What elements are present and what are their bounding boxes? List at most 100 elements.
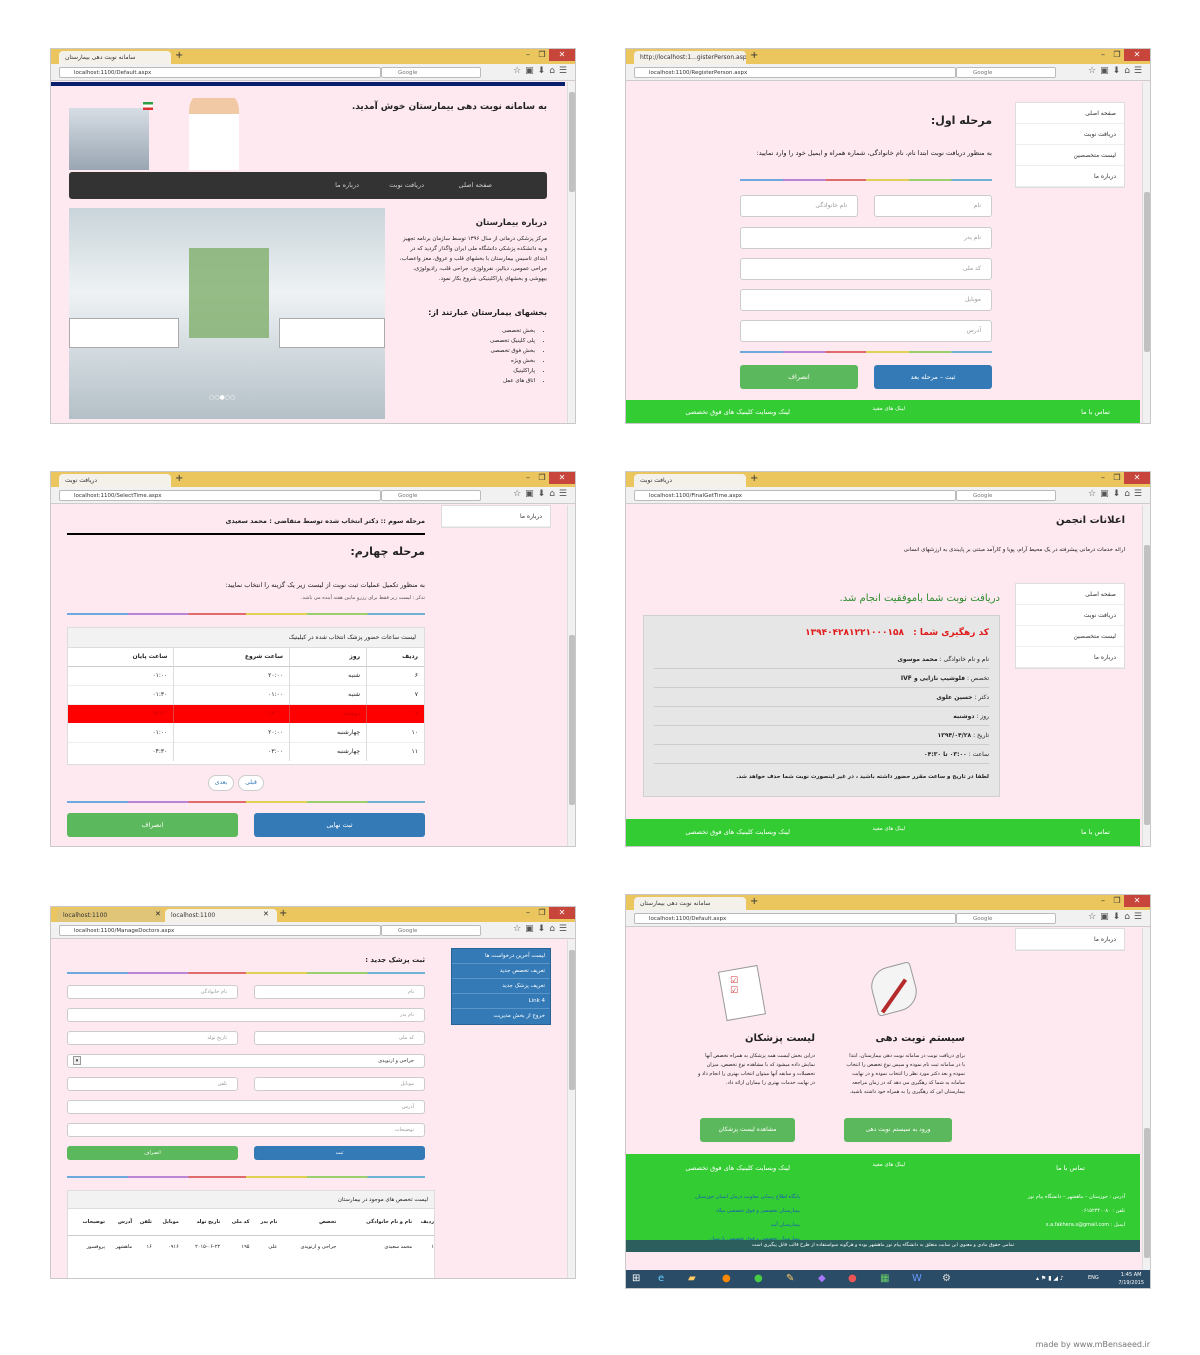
maximize-icon[interactable]: ❐ [1110, 472, 1124, 484]
sidebar-item-specialists[interactable]: لیست متخصصین [1016, 145, 1124, 166]
browser-tab[interactable]: سامانه نوبت دهی بیمارستان [634, 897, 746, 910]
sidebar-item-about[interactable]: درباره ما [1016, 647, 1124, 668]
sidebar-item-about[interactable]: درباره ما [1016, 929, 1124, 950]
firefox-icon[interactable]: ● [722, 1273, 731, 1284]
search-input[interactable]: Google [381, 490, 481, 501]
browser-tab[interactable]: دریافت نوبت [634, 474, 746, 487]
save-button[interactable]: ثبت [254, 1146, 425, 1160]
nav-about[interactable]: درباره ما [335, 181, 359, 189]
admin-menu-item[interactable]: خروج از بخش مدیریت [452, 1009, 550, 1024]
chrome-icon[interactable]: ● [754, 1273, 763, 1284]
footer-clinic-link[interactable]: بیمارستان تخصصی و فوق تخصصی میلاد [695, 1204, 800, 1218]
sidebar-item-home[interactable]: صفحه اصلی [1016, 103, 1124, 124]
name-field[interactable]: نام [254, 985, 425, 999]
maximize-icon[interactable]: ❐ [1110, 895, 1124, 907]
nav-home[interactable]: صفحه اصلی [459, 181, 492, 189]
admin-menu-item[interactable]: لیست آخرین درخواست ها [452, 949, 550, 964]
final-submit-button[interactable]: ثبت نهایی [254, 813, 425, 837]
close-tab-icon[interactable]: ✕ [263, 910, 269, 918]
scrollbar[interactable] [1142, 505, 1150, 846]
sidebar-item-appointment[interactable]: دریافت نوبت [1016, 605, 1124, 626]
browser-tab[interactable]: دریافت نوبت [59, 474, 171, 487]
close-icon[interactable]: ✕ [549, 907, 575, 919]
address-field[interactable]: آدرس [67, 1100, 425, 1114]
prev-page-button[interactable]: قبلی [238, 775, 264, 791]
close-icon[interactable]: ✕ [1124, 49, 1150, 61]
scrollbar[interactable] [567, 82, 575, 423]
national-id-field[interactable]: کد ملی [740, 258, 992, 280]
search-input[interactable]: Google [381, 67, 481, 78]
new-tab-icon[interactable]: + [750, 896, 758, 907]
word-icon[interactable]: W [912, 1273, 922, 1284]
url-input[interactable]: localhost:1100/Default.aspx [634, 913, 956, 924]
table-row[interactable]: ۱۱ چهارشنبه ۰۳:۰۰ ۰۴:۳۰ [68, 742, 424, 761]
family-name-field[interactable]: نام خانوادگی [67, 985, 238, 999]
close-tab-icon[interactable]: ✕ [155, 910, 161, 918]
url-input[interactable]: localhost:1100/ManageDoctors.aspx [59, 925, 381, 936]
tool-icon[interactable]: ⚙ [942, 1273, 951, 1284]
scrollbar[interactable] [1142, 82, 1150, 423]
sidebar-item-specialists[interactable]: لیست متخصصین [1016, 626, 1124, 647]
folder-icon[interactable]: ▰ [688, 1273, 696, 1284]
description-field[interactable]: توضیحات [67, 1123, 425, 1137]
table-row[interactable]: ۱۰ چهارشنبه ۲۰:۰۰ ۰۱:۰۰ [68, 723, 424, 742]
search-input[interactable]: Google [381, 925, 481, 936]
phone-field[interactable]: تلفن [67, 1077, 238, 1091]
toolbar-icons[interactable]: ☆▣⬇⌂☰ [513, 489, 571, 499]
cancel-button[interactable]: انصراف [67, 813, 238, 837]
mobile-field[interactable]: موبایل [254, 1077, 425, 1091]
toolbar-icons[interactable]: ☆▣⬇⌂☰ [513, 66, 571, 76]
cancel-button[interactable]: انصراف [740, 365, 858, 389]
scrollbar[interactable] [567, 505, 575, 846]
system-tray[interactable]: ▴ ⚑ ▮ ◢ ♪ [1036, 1275, 1064, 1282]
minimize-icon[interactable]: – [521, 907, 535, 919]
search-input[interactable]: Google [956, 490, 1056, 501]
paint-icon[interactable]: ✎ [786, 1273, 794, 1284]
browser-tab[interactable]: http://localhost:1...gisterPerson.aspx [634, 51, 746, 64]
visual-studio-icon[interactable]: ◆ [818, 1273, 826, 1284]
minimize-icon[interactable]: – [1096, 49, 1110, 61]
minimize-icon[interactable]: – [1096, 895, 1110, 907]
new-tab-icon[interactable]: + [175, 473, 183, 484]
table-row[interactable]: ۶ شنبه ۲۰:۰۰ ۰۱:۰۰ [68, 666, 424, 685]
clock[interactable]: 1:45 AM 7/19/2015 [1118, 1271, 1144, 1287]
toolbar-icons[interactable]: ☆▣⬇⌂☰ [1088, 66, 1146, 76]
nav-get-appointment[interactable]: دریافت نوبت [389, 181, 424, 189]
browser-tab-active[interactable]: localhost:1100 [165, 909, 277, 922]
table-row[interactable]: ۱ محمد سعیدی جراحی و ارتوپدی علی ۱۹۵ ۲۰۱۵-۰۶-… [68, 1235, 434, 1259]
maximize-icon[interactable]: ❐ [535, 49, 549, 61]
minimize-icon[interactable]: – [521, 472, 535, 484]
sidebar-item-appointment[interactable]: دریافت نوبت [1016, 124, 1124, 145]
footer-clinic-link[interactable]: بیمارستان آتیه [695, 1218, 800, 1232]
toolbar-icons[interactable]: ☆▣⬇⌂☰ [1088, 912, 1146, 922]
table-row[interactable]: ۷ شنبه ۰۱:۰۰ ۰۱:۳۰ [68, 685, 424, 704]
chevron-down-icon[interactable]: ▾ [73, 1056, 81, 1065]
close-icon[interactable]: ✕ [1124, 472, 1150, 484]
table-row-selected[interactable]: ۹ دوشنبه ۱۲:۰۰ ۱۲:۳۰ [68, 704, 424, 723]
name-field[interactable]: نام [874, 195, 992, 217]
browser-tab[interactable]: سامانه نوبت دهی بیمارستان [59, 51, 171, 64]
national-id-field[interactable]: کد ملی [254, 1031, 425, 1045]
search-input[interactable]: Google [956, 67, 1056, 78]
cancel-button[interactable]: انصراف [67, 1146, 238, 1160]
view-doctors-button[interactable]: مشاهده لیست پزشکان [700, 1118, 795, 1142]
sidebar-item-about[interactable]: درباره ما [1016, 166, 1124, 187]
father-name-field[interactable]: نام پدر [740, 227, 992, 249]
url-input[interactable]: localhost:1100/Default.aspx [59, 67, 381, 78]
new-tab-icon[interactable]: + [750, 50, 758, 61]
close-icon[interactable]: ✕ [549, 49, 575, 61]
address-field[interactable]: آدرس [740, 320, 992, 342]
carousel-dots[interactable]: ○○●○○ [209, 394, 235, 401]
minimize-icon[interactable]: – [1096, 472, 1110, 484]
new-tab-icon[interactable]: + [750, 473, 758, 484]
media-icon[interactable]: ● [848, 1273, 857, 1284]
sidebar-item-about[interactable]: درباره ما [442, 506, 550, 527]
next-page-button[interactable]: بعدی [208, 775, 234, 791]
toolbar-icons[interactable]: ☆▣⬇⌂☰ [513, 924, 571, 934]
birth-date-field[interactable]: تاریخ تولد [67, 1031, 238, 1045]
admin-menu-item[interactable]: تعریف پزشک جدید [452, 979, 550, 994]
specialty-select[interactable]: جراحی و ارتوپدی [67, 1054, 425, 1068]
browser-tab[interactable]: localhost:1100 [57, 909, 163, 922]
admin-menu-item[interactable]: Link 4 [452, 994, 550, 1009]
minimize-icon[interactable]: – [521, 49, 535, 61]
